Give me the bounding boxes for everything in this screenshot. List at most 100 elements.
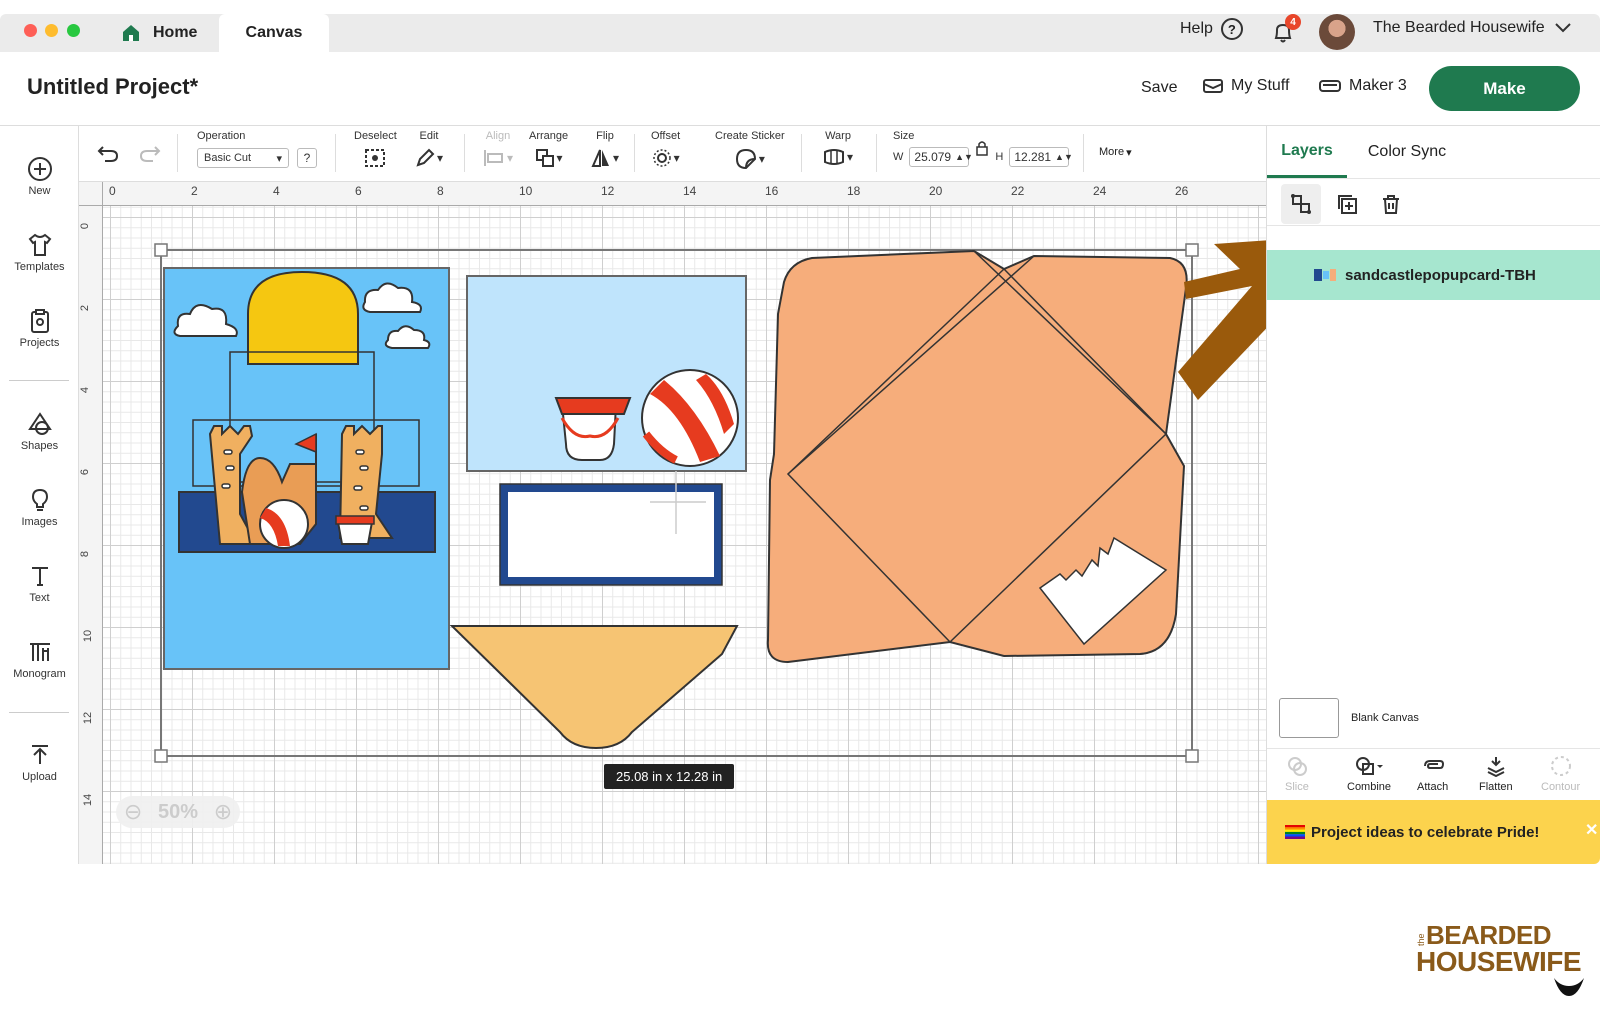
layer-name: sandcastlepopupcard-TBH <box>1345 266 1536 284</box>
width-value: 25.079 <box>914 150 952 164</box>
ruler-tick-label: 26 <box>1175 184 1189 198</box>
height-input[interactable]: 12.281 ▲▼ <box>1009 147 1073 167</box>
sidebar-item-label: Templates <box>14 261 65 273</box>
blank-canvas-row[interactable]: Blank Canvas <box>1279 698 1419 738</box>
combine-label: Combine <box>1347 781 1392 793</box>
logo-small-text: the <box>1416 933 1426 946</box>
zoom-in-icon[interactable]: ⊕ <box>214 799 232 825</box>
size-group: Size W 25.079 ▲▼ H 12.281 ▲▼ <box>893 130 1073 167</box>
upload-icon <box>31 745 48 764</box>
tab-home[interactable]: Home <box>105 14 219 52</box>
sidebar-divider <box>9 712 69 713</box>
sidebar-item-text[interactable]: Text <box>0 563 79 604</box>
toolbar-divider <box>1083 134 1084 172</box>
deselect-button[interactable]: Deselect <box>354 130 397 168</box>
arrange-button[interactable]: Arrange ▾ <box>529 130 568 168</box>
align-button[interactable]: Align ▾ <box>483 130 513 168</box>
group-button[interactable] <box>1281 184 1321 224</box>
slice-button[interactable]: Slice <box>1285 755 1309 793</box>
sidebar-item-label: Projects <box>19 337 60 349</box>
sidebar-item-label: Shapes <box>20 440 59 452</box>
dropdown-arrow-icon: ▾ <box>758 152 765 166</box>
blank-canvas-swatch[interactable] <box>1279 698 1339 738</box>
tab-home-label: Home <box>153 24 198 41</box>
dropdown-arrow-icon: ▾ <box>847 150 854 164</box>
operation-select[interactable]: Basic Cut ▾ <box>197 148 289 168</box>
ruler-tick-label: 12 <box>601 184 615 198</box>
ruler-tick-label: 0 <box>79 222 92 230</box>
flip-button[interactable]: Flip ▾ <box>591 130 619 168</box>
user-menu[interactable]: The Bearded Housewife <box>1373 19 1571 37</box>
operation-value: Basic Cut <box>204 152 252 164</box>
sidebar-item-templates[interactable]: Templates <box>0 232 79 273</box>
operation-label: Operation <box>197 130 246 142</box>
minimize-window-button[interactable] <box>45 24 58 37</box>
zoom-out-icon[interactable]: ⊖ <box>124 799 142 825</box>
arrange-icon <box>535 149 554 167</box>
edit-button[interactable]: Edit ▾ <box>415 130 443 168</box>
ruler-tick-label: 2 <box>191 184 198 198</box>
sidebar-item-shapes[interactable]: Shapes <box>0 411 79 452</box>
contour-button[interactable]: Contour <box>1541 755 1580 793</box>
make-button[interactable]: Make <box>1429 66 1580 111</box>
combine-button[interactable]: Combine <box>1347 755 1391 793</box>
close-window-button[interactable] <box>24 24 37 37</box>
sidebar-item-new[interactable]: New <box>0 156 79 197</box>
selection-handle <box>154 749 168 763</box>
ruler-tick-label: 18 <box>847 184 861 198</box>
lock-icon[interactable] <box>975 140 989 156</box>
slice-label: Slice <box>1285 781 1309 793</box>
tab-layers[interactable]: Layers <box>1267 126 1347 178</box>
sidebar-item-images[interactable]: Images <box>0 487 79 528</box>
width-input[interactable]: 25.079 ▲▼ <box>909 147 973 167</box>
avatar[interactable] <box>1319 14 1355 50</box>
bearded-housewife-logo: the BEARDED HOUSEWIFE <box>1416 920 1586 1000</box>
more-button[interactable]: More ▾ <box>1099 146 1132 159</box>
maximize-window-button[interactable] <box>67 24 80 37</box>
delete-button[interactable] <box>1375 188 1407 220</box>
design-canvas[interactable] <box>79 182 1266 864</box>
machine-label: Maker 3 <box>1349 77 1407 94</box>
offset-button[interactable]: Offset ▾ <box>651 130 680 168</box>
save-button[interactable]: Save <box>1141 79 1177 97</box>
combine-icon <box>1356 757 1384 775</box>
promo-banner[interactable]: Project ideas to celebrate Pride! ✕ <box>1267 800 1600 864</box>
help-button[interactable]: Help? <box>1180 18 1243 40</box>
vertical-ruler: 0 2 4 6 8 10 12 14 <box>79 182 103 864</box>
sidebar-item-label: Upload <box>22 771 57 783</box>
more-label: More <box>1099 146 1125 158</box>
ruler-tick-label: 8 <box>437 184 444 198</box>
zoom-control: ⊖ 50% ⊕ <box>116 796 240 828</box>
home-icon <box>123 25 139 41</box>
tab-color-sync[interactable]: Color Sync <box>1357 126 1457 178</box>
flatten-button[interactable]: Flatten <box>1479 755 1513 793</box>
toolbar-divider <box>177 134 178 172</box>
duplicate-button[interactable] <box>1331 188 1363 220</box>
create-sticker-button[interactable]: Create Sticker ▾ <box>715 130 785 170</box>
redo-icon[interactable] <box>139 144 161 164</box>
app-window: Home Canvas Help? 4 The Bearded Housewif… <box>0 14 1600 864</box>
sidebar-item-monogram[interactable]: Monogram <box>0 639 79 680</box>
warp-button[interactable]: Warp ▾ <box>823 130 853 166</box>
dropdown-arrow-icon: ▾ <box>437 151 444 165</box>
height-value: 12.281 <box>1014 150 1052 164</box>
my-stuff-button[interactable]: My Stuff <box>1203 77 1289 95</box>
stepper-icon: ▲▼ <box>1055 152 1073 162</box>
close-icon[interactable]: ✕ <box>1585 820 1598 840</box>
tab-canvas-label: Canvas <box>245 24 303 41</box>
sidebar-item-projects[interactable]: Projects <box>0 308 79 349</box>
project-title[interactable]: Untitled Project* <box>27 74 198 100</box>
layer-item[interactable]: sandcastlepopupcard-TBH <box>1267 250 1600 300</box>
tab-canvas[interactable]: Canvas <box>219 14 329 52</box>
ruler-tick-label: 10 <box>82 629 95 643</box>
attach-label: Attach <box>1417 781 1449 793</box>
dropdown-arrow-icon: ▾ <box>613 151 620 165</box>
machine-button[interactable]: Maker 3 <box>1319 77 1407 95</box>
selection-handle <box>1185 243 1199 257</box>
ruler-tick-label: 12 <box>82 711 95 725</box>
attach-button[interactable]: Attach <box>1417 755 1448 793</box>
sidebar-item-upload[interactable]: Upload <box>0 742 79 783</box>
chevron-down-icon <box>1554 23 1571 33</box>
operation-help-button[interactable]: ? <box>297 148 317 168</box>
undo-icon[interactable] <box>97 144 119 164</box>
